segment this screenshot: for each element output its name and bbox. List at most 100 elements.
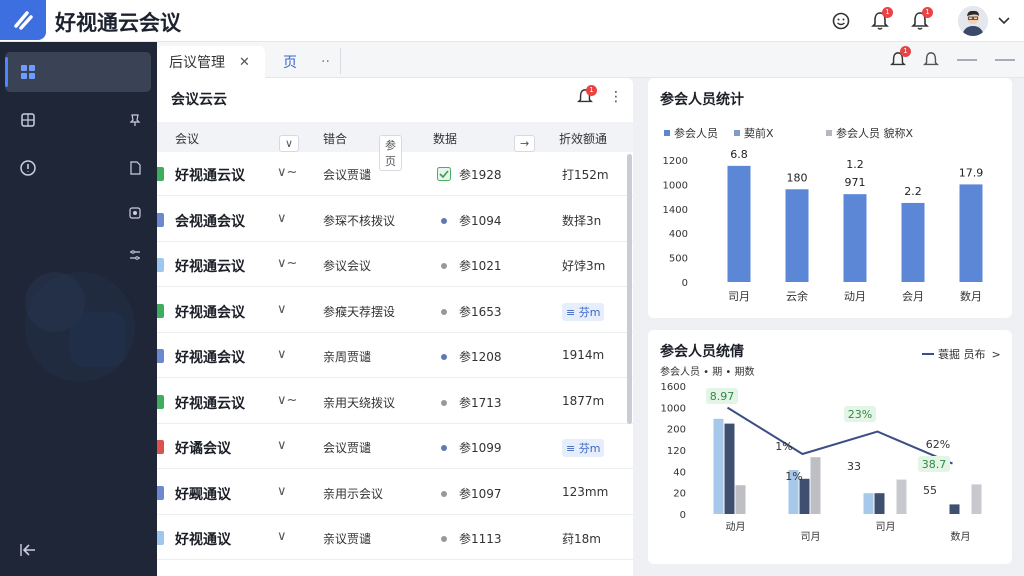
tab-page[interactable]: 页 xyxy=(283,46,297,78)
data-label: 6.8 xyxy=(730,148,748,161)
chevron-down-icon[interactable]: ∨ xyxy=(277,484,287,499)
sidebar-item-record[interactable] xyxy=(5,192,151,232)
maximize-icon[interactable] xyxy=(995,59,1015,61)
user-avatar[interactable] xyxy=(958,6,988,36)
logout-button[interactable] xyxy=(5,534,151,566)
chevron-down-icon[interactable]: ∨ xyxy=(277,302,287,317)
x-tick-label: 动月 xyxy=(844,290,866,303)
chart-bar xyxy=(713,418,724,514)
duration-tag[interactable]: ≡ 芬m xyxy=(562,302,605,321)
notification-button[interactable]: 1 xyxy=(868,7,893,33)
arrow-right-icon: → xyxy=(514,135,536,152)
annotation-label: 1% xyxy=(785,470,802,483)
chart-bar xyxy=(799,478,810,514)
meeting-duration: 数择3n xyxy=(562,212,601,229)
emoji-button[interactable] xyxy=(829,9,853,33)
smiley-icon xyxy=(832,12,850,30)
duration-text: 123mm xyxy=(562,484,609,499)
meeting-name[interactable]: 好谲会议 xyxy=(175,438,231,458)
status-dot-icon xyxy=(441,354,447,360)
data-label: 971 xyxy=(845,176,866,189)
y-tick-label: 1400 xyxy=(663,205,688,216)
row-marker xyxy=(157,258,164,272)
table-row[interactable]: 好视通会议 ∨ 参瘊天荐摆设 参1653 ≡ 芬m xyxy=(157,289,633,333)
meeting-duration: ≡ 芬m xyxy=(562,302,605,321)
chart-bar xyxy=(843,194,867,282)
chart-bar xyxy=(901,202,925,282)
y-tick-label: 500 xyxy=(669,254,688,265)
row-marker xyxy=(157,531,164,545)
legend-swatch xyxy=(826,130,832,136)
row-marker xyxy=(157,349,164,363)
x-tick-label: 会月 xyxy=(902,290,924,303)
app-logo[interactable] xyxy=(0,0,46,40)
sidebar-item-info[interactable] xyxy=(5,148,151,188)
alert-badge: 1 xyxy=(922,7,933,18)
tab-more[interactable]: ·· xyxy=(321,46,330,78)
meeting-name[interactable]: 好觋通议 xyxy=(175,484,231,504)
sidebar-item-apps[interactable] xyxy=(5,100,151,140)
header-col3[interactable]: 数据 xyxy=(433,130,457,147)
checkbox-checked-icon[interactable] xyxy=(437,167,451,181)
duration-text: 荮18m xyxy=(562,532,601,546)
sidebar-item-dashboard[interactable] xyxy=(5,52,151,92)
chevron-down-icon[interactable]: ∨ xyxy=(277,438,287,453)
x-tick-label: 司月 xyxy=(728,290,750,303)
header-col1[interactable]: 会议 xyxy=(175,130,199,147)
chevron-down-icon xyxy=(998,17,1010,25)
annotation-label: 62% xyxy=(926,438,950,451)
table-row[interactable]: 好视通议 ∨ 亲议贾谴 参1113 荮18m xyxy=(157,516,633,560)
meeting-name[interactable]: 好视通云议 xyxy=(175,256,245,276)
meeting-name[interactable]: 好视通云议 xyxy=(175,393,245,413)
minimize-icon[interactable] xyxy=(957,59,977,61)
tab-meeting-management[interactable]: 后议管理 ✕ xyxy=(157,46,265,78)
meeting-name[interactable]: 好视通会议 xyxy=(175,347,245,367)
chevron-down-icon[interactable]: ∨~ xyxy=(277,256,297,271)
meeting-name[interactable]: 好视通议 xyxy=(175,529,231,549)
table-row[interactable]: 好觋通议 ∨ 亲用示会议 参1097 123mm xyxy=(157,471,633,515)
y-tick-label: 40 xyxy=(673,467,686,478)
panel-notify-button[interactable]: 1 xyxy=(577,85,597,108)
trend-line xyxy=(726,406,953,465)
tab-notification-button[interactable]: 1 xyxy=(886,46,911,72)
table-row[interactable]: 好视通云议 ∨~ 参议会议 参1021 好饽3m xyxy=(157,243,633,287)
meeting-name[interactable]: 好视通会议 xyxy=(175,302,245,322)
status-dot-icon xyxy=(441,217,447,224)
tab-bell-button[interactable] xyxy=(919,48,943,72)
chevron-down-icon[interactable]: ∨~ xyxy=(277,393,297,408)
meeting-id: 参1097 xyxy=(459,486,502,501)
app-logo-icon xyxy=(14,11,33,30)
scrollbar[interactable] xyxy=(627,154,632,424)
chart-bar xyxy=(959,184,983,282)
chevron-down-icon[interactable]: ∨ xyxy=(277,347,287,362)
attendance-trend-panel: 参会人员统倩 参会人员 • 期 • 期数 蓑掘 员布 > 0 20 40 120 200… xyxy=(648,330,1012,564)
tab-bar: 后议管理 ✕ 页 ·· 1 xyxy=(157,42,1024,78)
more-icon[interactable]: ⋮ xyxy=(609,89,623,105)
table-row[interactable]: 好视通云议 ∨~ 亲用天绕拨议 参1713 1877m xyxy=(157,380,633,424)
header-col4[interactable]: 折效额通 xyxy=(559,130,607,147)
chevron-down-icon[interactable]: ∨ xyxy=(277,529,287,544)
chevron-down-icon[interactable]: ∨~ xyxy=(277,165,297,180)
panel-title: 会议云云 xyxy=(171,92,227,108)
table-row[interactable]: 好视通云议 ∨~ 会议贾谴 参1928 打152m xyxy=(157,152,633,196)
user-menu-button[interactable] xyxy=(994,9,1014,33)
y-tick-label: 1000 xyxy=(663,180,688,191)
meeting-name[interactable]: 会视通会议 xyxy=(175,211,245,231)
x-tick-label: 数月 xyxy=(960,290,982,303)
header-col2[interactable]: 错合 xyxy=(323,130,347,147)
table-row[interactable]: 好视通会议 ∨ 亲周贾谴 参1208 1914m xyxy=(157,334,633,378)
duration-tag[interactable]: ≡ 芬m xyxy=(562,439,605,457)
meeting-id: 参1713 xyxy=(459,395,502,410)
meeting-id: 参1021 xyxy=(459,259,502,273)
close-icon[interactable]: ✕ xyxy=(239,55,250,70)
chart-bar xyxy=(971,484,982,514)
meeting-list-panel: 会议云云 1 ⋮ 会议 ∨ 错合 参页 数据 → 折效额通 好视通云议 ∨~ 会议贾… xyxy=(157,78,633,576)
chevron-down-icon[interactable]: ∨ xyxy=(277,211,287,226)
alert-button[interactable]: 1 xyxy=(908,7,933,33)
row-marker xyxy=(157,440,164,454)
meeting-name[interactable]: 好视通云议 xyxy=(175,165,245,185)
table-row[interactable]: 好谲会议 ∨ 会议贾谴 参1099 ≡ 芬m xyxy=(157,425,633,469)
meeting-id: 参1653 xyxy=(459,304,502,319)
data-label: 17.9 xyxy=(959,166,984,179)
table-row[interactable]: 会视通会议 ∨ 参琛不核拨议 参1094 数择3n xyxy=(157,198,633,242)
